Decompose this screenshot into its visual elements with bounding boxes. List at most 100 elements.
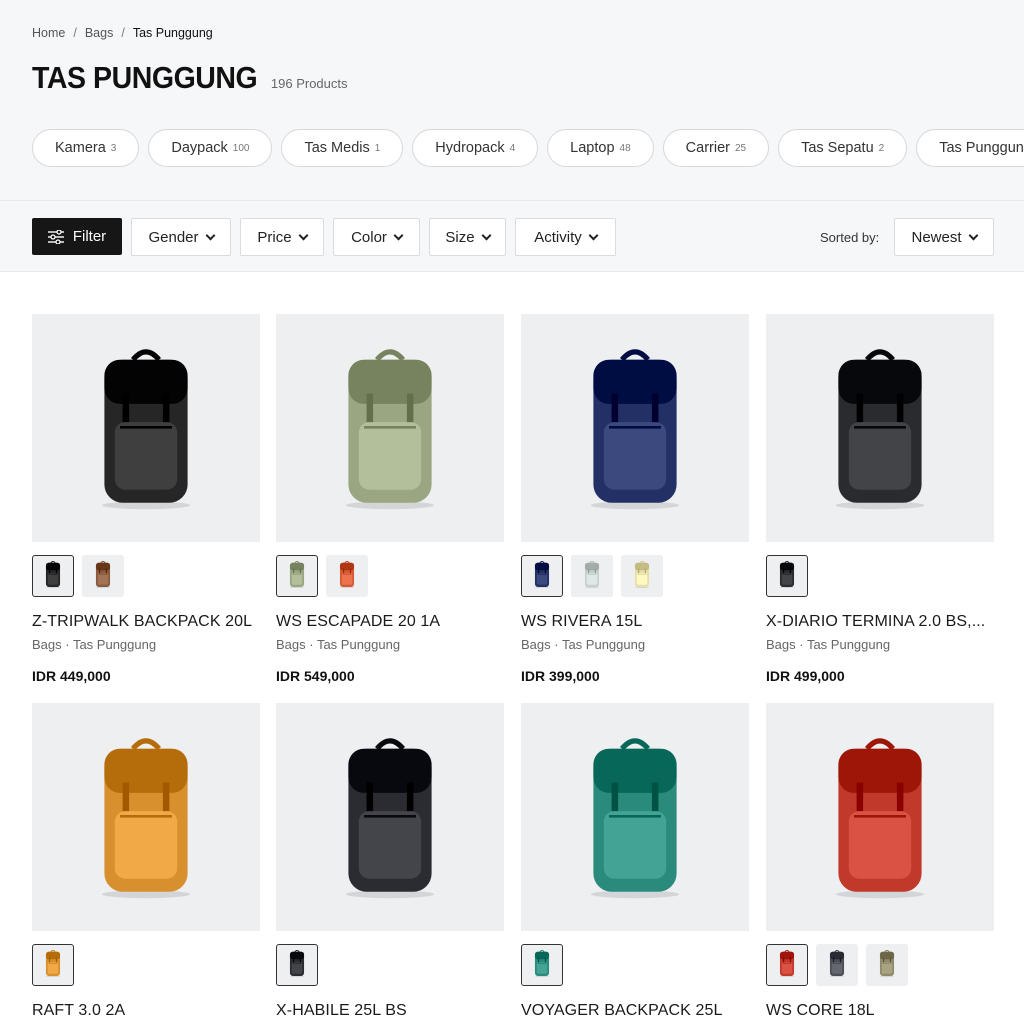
category-chip-laptop[interactable]: Laptop 48 xyxy=(547,129,654,167)
product-card[interactable]: X-DIARIO TERMINA 2.0 BS,... Bags · Tas P… xyxy=(766,314,994,684)
activity-dropdown[interactable]: Activity xyxy=(515,218,616,256)
chevron-down-icon xyxy=(588,230,599,240)
product-card[interactable]: WS CORE 18L xyxy=(766,703,994,1020)
backpack-icon xyxy=(286,948,308,983)
backpack-icon xyxy=(325,341,455,516)
product-name[interactable]: WS ESCAPADE 20 1A xyxy=(276,613,504,631)
size-dropdown[interactable]: Size xyxy=(429,218,506,256)
product-card[interactable]: X-HABILE 25L BS xyxy=(276,703,504,1020)
product-image[interactable] xyxy=(521,703,749,931)
color-swatch[interactable] xyxy=(82,555,124,597)
color-dropdown[interactable]: Color xyxy=(333,218,420,256)
product-category: Bags · Tas Punggung xyxy=(766,637,891,652)
color-swatches xyxy=(766,555,994,597)
filter-button[interactable]: Filter xyxy=(32,218,122,255)
category-chip-kamera[interactable]: Kamera 3 xyxy=(32,129,140,167)
color-swatch[interactable] xyxy=(276,944,318,986)
backpack-icon xyxy=(776,948,798,983)
chip-label: Tas Medis xyxy=(304,140,370,156)
color-swatches xyxy=(521,944,749,986)
color-swatch[interactable] xyxy=(866,944,908,986)
breadcrumb-home[interactable]: Home xyxy=(32,26,65,40)
backpack-icon xyxy=(876,948,898,983)
color-swatches xyxy=(276,555,504,597)
product-name[interactable]: X-DIARIO TERMINA 2.0 BS,... xyxy=(766,613,994,631)
product-name[interactable]: VOYAGER BACKPACK 25L xyxy=(521,1002,749,1020)
product-card[interactable]: WS ESCAPADE 20 1A Bags · Tas Punggung ID… xyxy=(276,314,504,684)
filter-bar: Filter Gender Price Color Size Activity … xyxy=(0,200,1024,272)
backpack-icon xyxy=(531,559,553,594)
price-dropdown[interactable]: Price xyxy=(240,218,324,256)
color-swatch[interactable] xyxy=(766,944,808,986)
color-swatch[interactable] xyxy=(521,944,563,986)
gender-dropdown[interactable]: Gender xyxy=(131,218,231,256)
chevron-down-icon xyxy=(968,230,978,240)
category-chip-tas-sepatu[interactable]: Tas Sepatu 2 xyxy=(778,129,908,167)
backpack-icon xyxy=(776,559,798,594)
backpack-icon xyxy=(570,341,700,516)
breadcrumb-bags[interactable]: Bags xyxy=(85,26,114,40)
chevron-down-icon xyxy=(205,230,215,240)
product-image[interactable] xyxy=(32,314,260,542)
category-chip-tas-punggung[interactable]: Tas Punggung xyxy=(916,129,1024,167)
backpack-icon xyxy=(286,559,308,594)
category-chip-hydropack[interactable]: Hydropack 4 xyxy=(412,129,539,167)
chip-label: Carrier xyxy=(685,140,730,156)
chip-count: 100 xyxy=(232,142,250,154)
sort-value: Newest xyxy=(911,228,962,246)
product-image[interactable] xyxy=(276,314,504,542)
color-swatch[interactable] xyxy=(32,944,74,986)
page-header: Home / Bags / Tas Punggung TAS PUNGGUNG … xyxy=(0,0,1024,200)
breadcrumb-separator: / xyxy=(121,26,125,40)
backpack-icon xyxy=(42,559,64,594)
color-swatch[interactable] xyxy=(621,555,663,597)
dropdown-label: Activity xyxy=(534,228,582,246)
color-swatch[interactable] xyxy=(32,555,74,597)
filter-label: Filter xyxy=(72,228,107,245)
chip-count: 2 xyxy=(878,142,885,154)
chip-label: Hydropack xyxy=(435,140,505,156)
backpack-icon xyxy=(42,948,64,983)
color-swatch[interactable] xyxy=(816,944,858,986)
backpack-icon xyxy=(815,730,945,905)
product-name[interactable]: RAFT 3.0 2A xyxy=(32,1002,260,1020)
chip-count: 1 xyxy=(374,142,381,154)
category-chip-carrier[interactable]: Carrier 25 xyxy=(662,129,770,167)
product-card[interactable]: RAFT 3.0 2A xyxy=(32,703,260,1020)
color-swatch[interactable] xyxy=(571,555,613,597)
product-card[interactable]: VOYAGER BACKPACK 25L xyxy=(521,703,749,1020)
product-image[interactable] xyxy=(32,703,260,931)
product-name[interactable]: WS RIVERA 15L xyxy=(521,613,749,631)
category-chip-tas-medis[interactable]: Tas Medis 1 xyxy=(281,129,404,167)
category-chips: Kamera 3 Daypack 100 Tas Medis 1 Hydropack 4… xyxy=(32,129,1024,167)
product-image[interactable] xyxy=(766,703,994,931)
category-chip-daypack[interactable]: Daypack 100 xyxy=(148,129,273,167)
product-price: IDR 399,000 xyxy=(521,668,600,684)
backpack-icon xyxy=(92,559,114,594)
color-swatches xyxy=(32,944,260,986)
chevron-down-icon xyxy=(481,230,492,240)
product-image[interactable] xyxy=(766,314,994,542)
product-image[interactable] xyxy=(521,314,749,542)
color-swatch[interactable] xyxy=(276,555,318,597)
dropdown-label: Price xyxy=(257,228,292,246)
color-swatch[interactable] xyxy=(521,555,563,597)
product-card[interactable]: WS RIVERA 15L Bags · Tas Punggung IDR 39… xyxy=(521,314,749,684)
chevron-down-icon xyxy=(393,230,404,240)
color-swatches xyxy=(521,555,749,597)
product-name[interactable]: X-HABILE 25L BS xyxy=(276,1002,504,1020)
backpack-icon xyxy=(325,730,455,905)
backpack-icon xyxy=(581,559,603,594)
chip-label: Tas Punggung xyxy=(939,140,1024,156)
product-name[interactable]: Z-TRIPWALK BACKPACK 20L xyxy=(32,613,260,631)
sort-dropdown[interactable]: Newest xyxy=(894,218,994,256)
chip-count: 3 xyxy=(110,142,117,154)
product-name[interactable]: WS CORE 18L xyxy=(766,1002,994,1020)
product-price: IDR 449,000 xyxy=(32,668,111,684)
product-image[interactable] xyxy=(276,703,504,931)
color-swatch[interactable] xyxy=(766,555,808,597)
color-swatch[interactable] xyxy=(326,555,368,597)
chip-label: Kamera xyxy=(55,140,106,156)
color-swatches xyxy=(32,555,260,597)
product-card[interactable]: Z-TRIPWALK BACKPACK 20L Bags · Tas Pungg… xyxy=(32,314,260,684)
